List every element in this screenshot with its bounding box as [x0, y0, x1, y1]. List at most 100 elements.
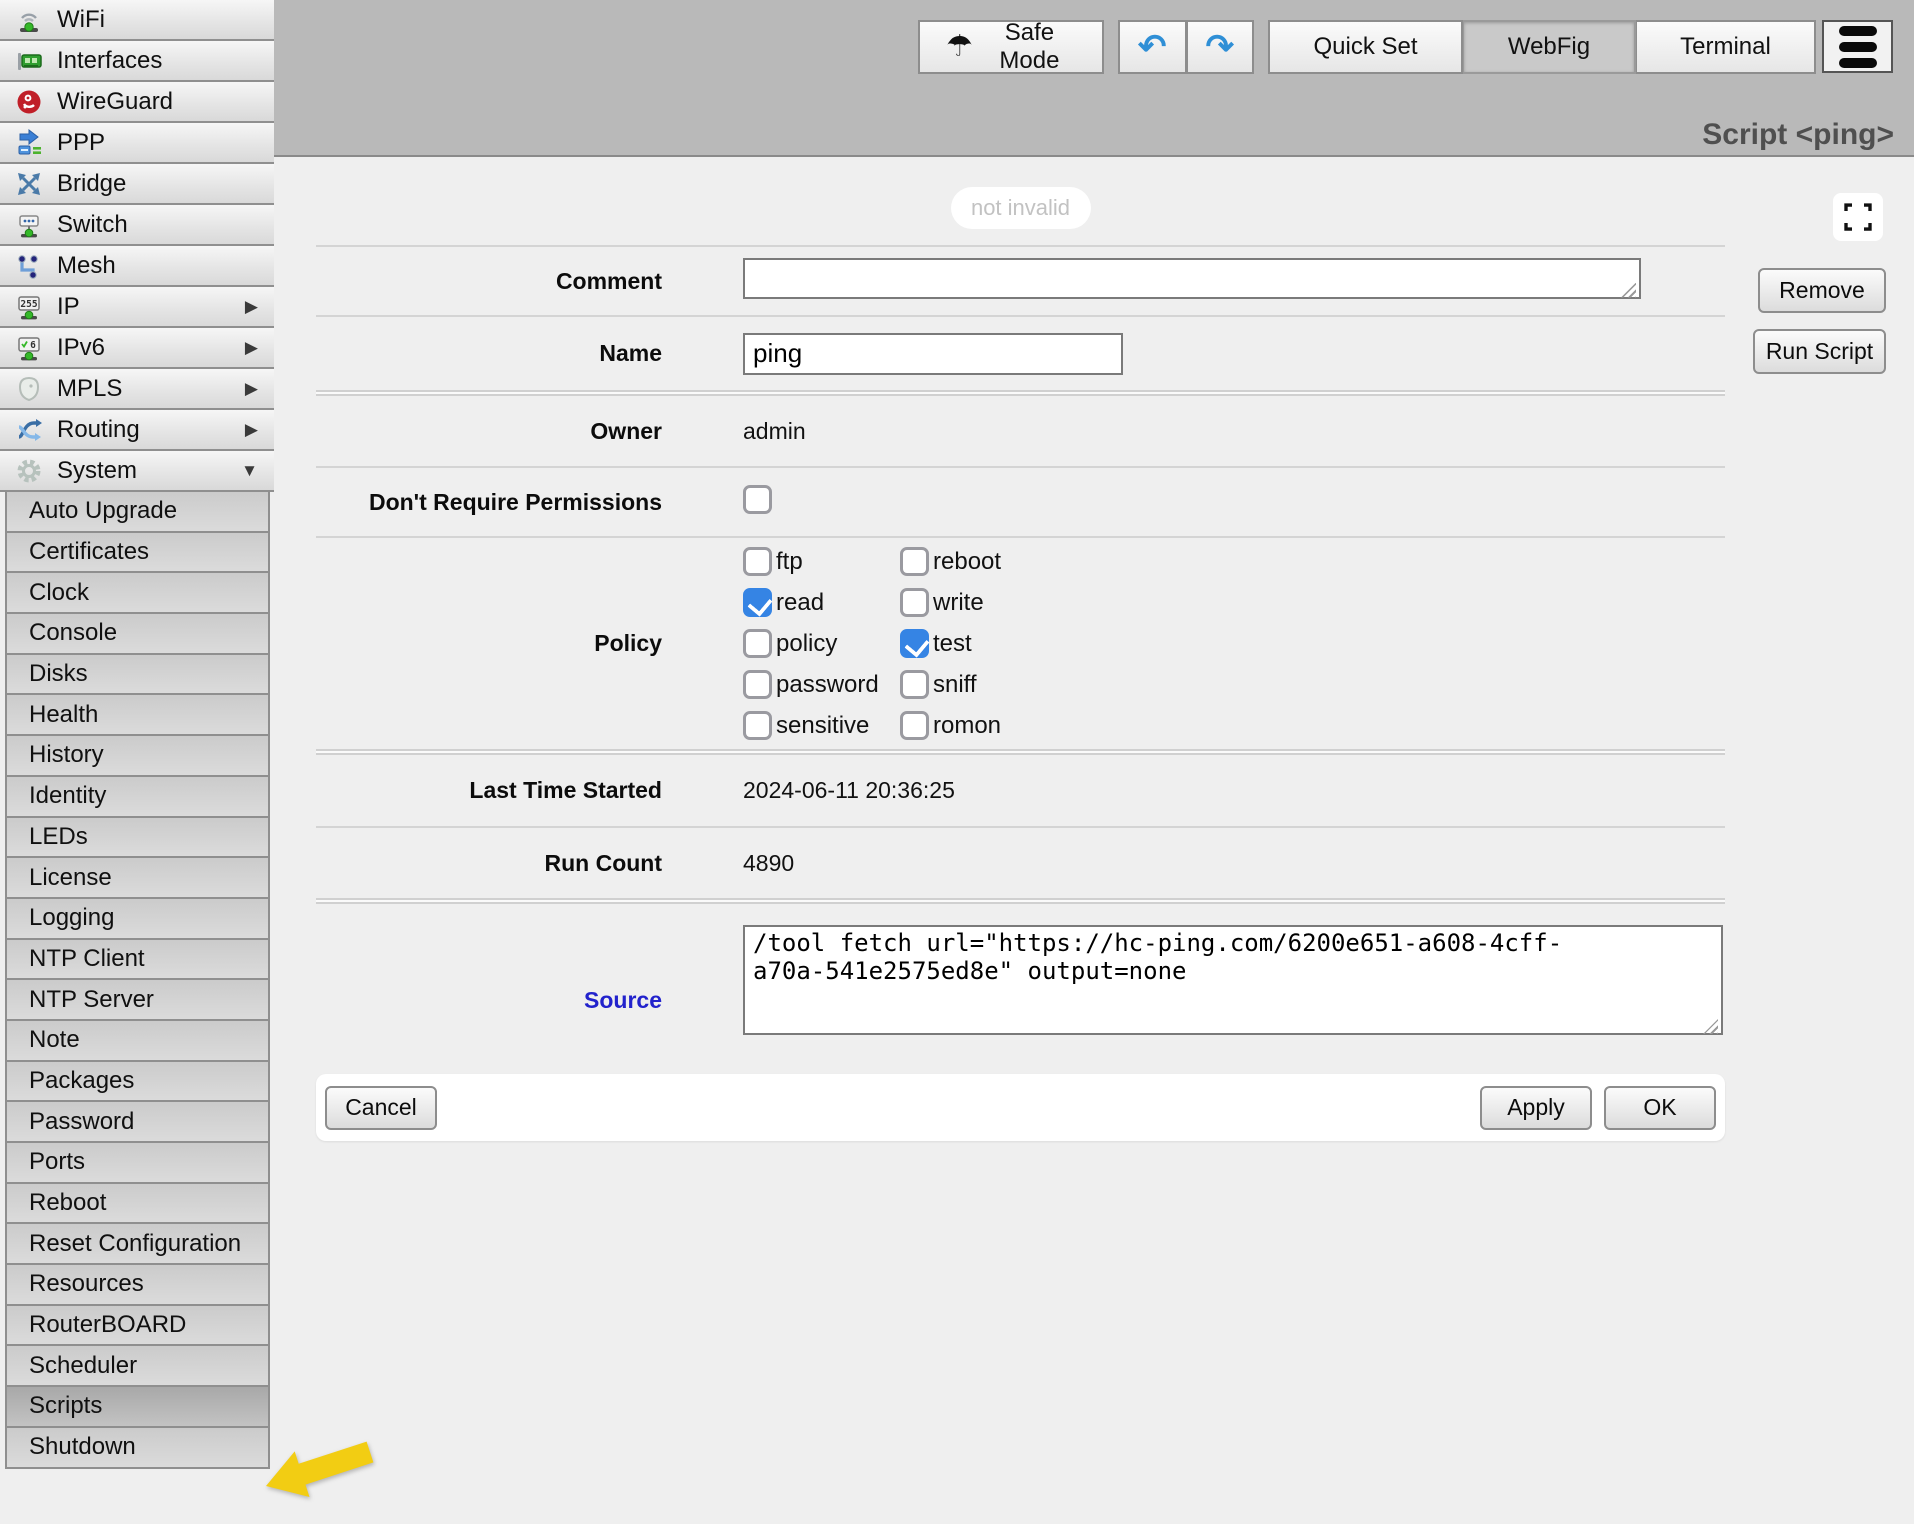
sidebar-item-system[interactable]: System ▼ [0, 451, 274, 492]
sidebar-item-mpls[interactable]: MPLS ▶ [0, 369, 274, 410]
sidebar-item-auto-upgrade[interactable]: Auto Upgrade [7, 492, 268, 533]
safe-mode-label: Safe Mode [983, 19, 1076, 75]
system-submenu: Auto Upgrade Certificates Clock Console … [5, 492, 270, 1469]
sidebar-item-label: Bridge [57, 170, 126, 198]
redo-button[interactable]: ↷ [1187, 20, 1255, 74]
policy-romon-checkbox[interactable] [900, 711, 929, 740]
sidebar-item-resources[interactable]: Resources [7, 1265, 268, 1306]
name-label: Name [316, 340, 662, 367]
owner-row: Owner admin [316, 396, 1725, 466]
header-band: ☂ Safe Mode ↶ ↷ Quick Set WebFig Termina… [274, 0, 1914, 157]
fullscreen-icon[interactable] [1833, 193, 1883, 241]
tab-quick-set[interactable]: Quick Set [1268, 20, 1463, 74]
sidebar-item-reset-configuration[interactable]: Reset Configuration [7, 1224, 268, 1265]
mesh-icon [14, 251, 44, 281]
sidebar-item-mesh[interactable]: Mesh [0, 246, 274, 287]
sidebar-item-reboot[interactable]: Reboot [7, 1184, 268, 1225]
policy-option-label: policy [776, 630, 837, 658]
ipv6-icon: 6 [14, 333, 44, 363]
mpls-icon [14, 374, 44, 404]
sidebar-item-disks[interactable]: Disks [7, 655, 268, 696]
sidebar-item-ip[interactable]: 255 IP ▶ [0, 287, 274, 328]
cancel-button[interactable]: Cancel [325, 1086, 437, 1130]
policy-option-label: test [933, 630, 972, 658]
remove-button[interactable]: Remove [1758, 268, 1886, 313]
sidebar-item-certificates[interactable]: Certificates [7, 533, 268, 574]
sidebar-item-logging[interactable]: Logging [7, 899, 268, 940]
sidebar-item-health[interactable]: Health [7, 695, 268, 736]
run-count-value: 4890 [743, 850, 794, 877]
ok-button[interactable]: OK [1604, 1086, 1716, 1130]
sidebar-item-packages[interactable]: Packages [7, 1062, 268, 1103]
sidebar-item-bridge[interactable]: Bridge [0, 164, 274, 205]
policy-label: Policy [316, 630, 662, 657]
interfaces-icon [14, 46, 44, 76]
sidebar-item-ntp-server[interactable]: NTP Server [7, 980, 268, 1021]
apply-button[interactable]: Apply [1480, 1086, 1592, 1130]
tab-webfig[interactable]: WebFig [1463, 20, 1636, 74]
owner-value: admin [743, 418, 806, 445]
sidebar-item-note[interactable]: Note [7, 1021, 268, 1062]
routing-icon [14, 415, 44, 445]
sidebar-item-clock[interactable]: Clock [7, 573, 268, 614]
tab-terminal[interactable]: Terminal [1636, 20, 1816, 74]
source-input[interactable] [743, 925, 1723, 1035]
hamburger-menu-icon[interactable] [1822, 20, 1893, 73]
sidebar-item-label: Routing [57, 416, 140, 444]
form-button-bar: Cancel Apply OK [316, 1074, 1725, 1141]
hamburger-bar [1839, 58, 1877, 68]
name-input[interactable] [743, 333, 1123, 375]
sidebar-item-history[interactable]: History [7, 736, 268, 777]
sidebar-item-shutdown[interactable]: Shutdown [7, 1428, 268, 1469]
sidebar-item-license[interactable]: License [7, 858, 268, 899]
sidebar-item-identity[interactable]: Identity [7, 777, 268, 818]
sidebar-item-label: Mesh [57, 252, 116, 280]
sidebar-item-ntp-client[interactable]: NTP Client [7, 940, 268, 981]
policy-write-checkbox[interactable] [900, 588, 929, 617]
sidebar-item-routing[interactable]: Routing ▶ [0, 410, 274, 451]
sidebar-item-label: IPv6 [57, 334, 105, 362]
hamburger-bar [1839, 42, 1877, 52]
comment-input[interactable] [743, 258, 1641, 299]
sidebar-item-leds[interactable]: LEDs [7, 818, 268, 859]
policy-sensitive-checkbox[interactable] [743, 711, 772, 740]
policy-option-label: write [933, 589, 984, 617]
svg-text:255: 255 [20, 299, 37, 310]
run-script-button[interactable]: Run Script [1753, 329, 1886, 374]
policy-option-label: password [776, 671, 879, 699]
sidebar-item-ipv6[interactable]: 6 IPv6 ▶ [0, 328, 274, 369]
expand-right-icon: ▶ [245, 297, 258, 317]
sidebar-item-label: WireGuard [57, 88, 173, 116]
policy-policy-checkbox[interactable] [743, 629, 772, 658]
policy-reboot-checkbox[interactable] [900, 547, 929, 576]
policy-ftp-checkbox[interactable] [743, 547, 772, 576]
sidebar-item-interfaces[interactable]: Interfaces [0, 41, 274, 82]
expand-right-icon: ▶ [245, 379, 258, 399]
policy-sniff-checkbox[interactable] [900, 670, 929, 699]
run-count-row: Run Count 4890 [316, 828, 1725, 898]
sidebar-item-label: IP [57, 293, 80, 321]
fullscreen-brackets-icon [1840, 199, 1876, 235]
policy-grid: ftp reboot read write policy test passwo… [743, 547, 1100, 740]
sidebar-item-switch[interactable]: Switch [0, 205, 274, 246]
sidebar-item-routerboard[interactable]: RouterBOARD [7, 1306, 268, 1347]
policy-read-checkbox[interactable] [743, 588, 772, 617]
page-title: Script <ping> [1702, 118, 1894, 152]
policy-test-checkbox[interactable] [900, 629, 929, 658]
expand-right-icon: ▶ [245, 338, 258, 358]
sidebar-item-wifi[interactable]: WiFi [0, 0, 274, 41]
undo-button[interactable]: ↶ [1118, 20, 1187, 74]
dont-require-permissions-checkbox[interactable] [743, 485, 772, 514]
sidebar-item-console[interactable]: Console [7, 614, 268, 655]
sidebar-item-wireguard[interactable]: WireGuard [0, 82, 274, 123]
sidebar-item-password[interactable]: Password [7, 1102, 268, 1143]
sidebar-item-label: MPLS [57, 375, 122, 403]
sidebar-item-scripts[interactable]: Scripts [7, 1387, 268, 1428]
safe-mode-button[interactable]: ☂ Safe Mode [918, 20, 1104, 74]
sidebar-item-scheduler[interactable]: Scheduler [7, 1346, 268, 1387]
sidebar-item-ppp[interactable]: PPP [0, 123, 274, 164]
sidebar-item-ports[interactable]: Ports [7, 1143, 268, 1184]
wifi-icon [14, 5, 44, 35]
sidebar: WiFi Interfaces WireGuard PPP [0, 0, 274, 1524]
policy-password-checkbox[interactable] [743, 670, 772, 699]
